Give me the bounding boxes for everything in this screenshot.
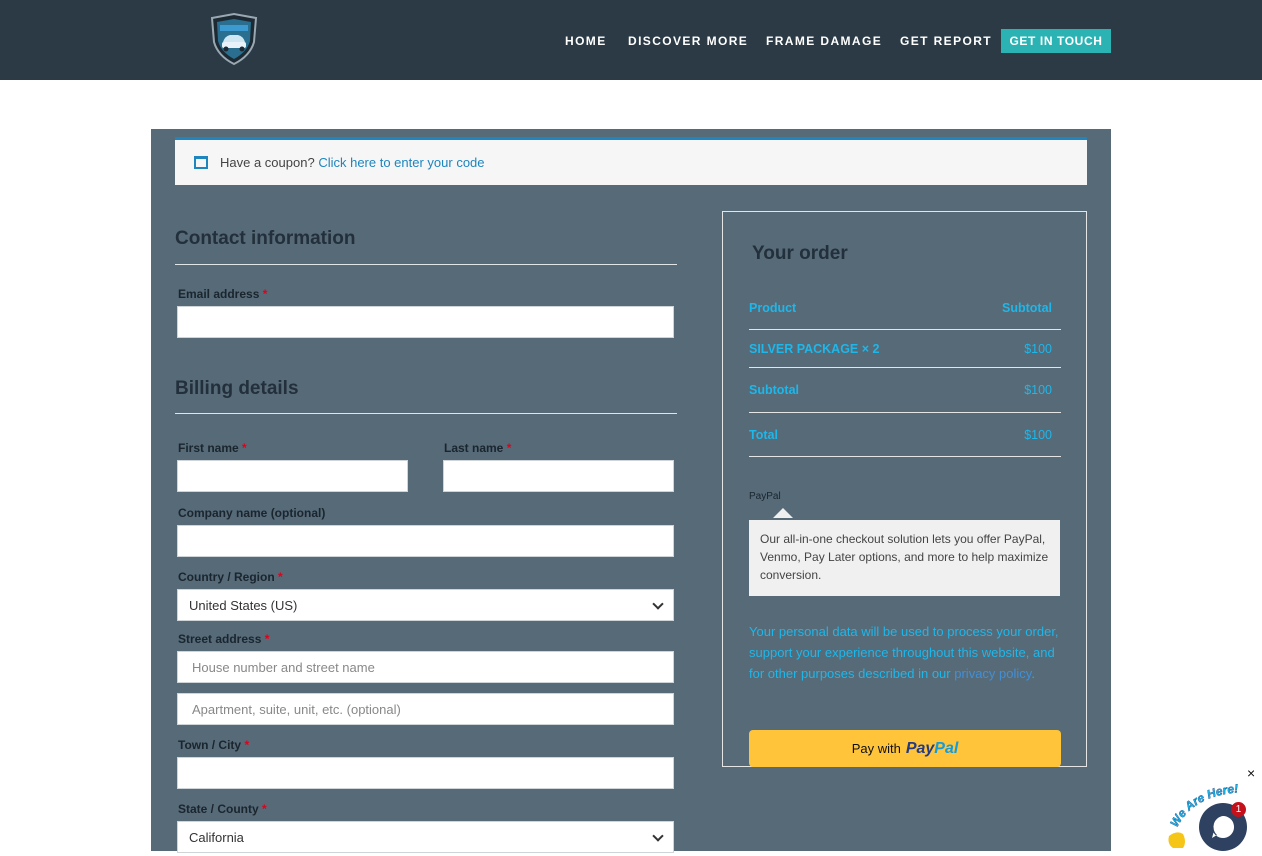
item-name: SILVER PACKAGE × 2 — [749, 342, 880, 356]
country-select[interactable]: United States (US) — [177, 589, 674, 621]
state-label: State / County * — [178, 802, 267, 816]
paypal-logo: PayPal — [906, 740, 958, 758]
country-label: Country / Region * — [178, 570, 283, 584]
state-select[interactable]: California — [177, 821, 674, 853]
required-mark: * — [506, 441, 512, 455]
street-label-text: Street address — [178, 632, 262, 646]
coupon-link[interactable]: Click here to enter your code — [318, 155, 484, 170]
city-label-text: Town / City — [178, 738, 242, 752]
state-value: California — [189, 829, 244, 845]
company-label: Company name (optional) — [178, 506, 326, 520]
nav-get-report[interactable]: GET REPORT — [900, 34, 992, 48]
email-label: Email address * — [178, 287, 267, 301]
order-header-row: Product Subtotal — [749, 301, 1061, 315]
paypal-logo-pal: Pal — [934, 739, 959, 757]
order-divider — [749, 367, 1061, 368]
calendar-icon — [194, 156, 208, 169]
subtotal-value: $100 — [1024, 383, 1052, 397]
order-title: Your order — [752, 243, 848, 264]
city-field[interactable] — [177, 757, 674, 789]
company-field[interactable] — [177, 525, 674, 557]
city-label: Town / City * — [178, 738, 249, 752]
state-label-text: State / County — [178, 802, 259, 816]
required-mark: * — [244, 738, 250, 752]
site-logo[interactable] — [206, 12, 262, 66]
first-name-label: First name * — [178, 441, 247, 455]
street-field[interactable]: House number and street name — [177, 651, 674, 683]
nav-frame-damage[interactable]: FRAME DAMAGE — [766, 34, 882, 48]
email-field[interactable] — [177, 306, 674, 338]
item-price: $100 — [1024, 342, 1052, 356]
total-label: Total — [749, 428, 778, 442]
checkout-panel: Have a coupon? Click here to enter your … — [151, 129, 1111, 853]
required-mark: * — [262, 802, 267, 816]
chevron-down-icon — [652, 598, 664, 610]
required-mark: * — [242, 441, 247, 455]
first-name-field[interactable] — [177, 460, 408, 492]
item-name-text: SILVER PACKAGE — [749, 342, 859, 356]
subtotal-label: Subtotal — [749, 383, 799, 397]
subtotal-row: Subtotal $100 — [749, 383, 1061, 397]
first-name-label-text: First name — [178, 441, 239, 455]
coupon-text: Have a coupon? Click here to enter your … — [220, 155, 485, 170]
order-item-row: SILVER PACKAGE × 2 $100 — [749, 342, 1061, 356]
get-in-touch-button[interactable]: GET IN TOUCH — [1001, 29, 1111, 53]
order-divider — [749, 329, 1061, 330]
coupon-notice: Have a coupon? Click here to enter your … — [175, 137, 1087, 185]
required-mark: * — [278, 570, 283, 584]
product-header: Product — [749, 301, 797, 315]
privacy-end: . — [1031, 666, 1035, 681]
chat-widget[interactable]: We Are Here! — [1165, 778, 1262, 851]
subtotal-header: Subtotal — [1002, 301, 1052, 315]
nav-discover-more[interactable]: DISCOVER MORE — [628, 34, 748, 48]
paypal-desc-arrow — [773, 508, 793, 518]
pay-with-text: Pay with — [851, 741, 901, 756]
total-value: $100 — [1024, 428, 1052, 442]
country-value: United States (US) — [189, 597, 298, 613]
order-divider — [749, 412, 1061, 413]
required-mark: * — [262, 287, 268, 301]
street2-field[interactable]: Apartment, suite, unit, etc. (optional) — [177, 693, 674, 725]
site-header: HOME DISCOVER MORE FRAME DAMAGE GET REPO… — [0, 0, 1262, 80]
billing-divider — [175, 413, 677, 414]
last-name-label: Last name * — [444, 441, 511, 455]
paypal-description: Our all-in-one checkout solution lets yo… — [749, 520, 1060, 596]
email-label-text: Email address — [178, 287, 260, 301]
last-name-label-text: Last name — [444, 441, 504, 455]
item-qty: × 2 — [861, 342, 880, 356]
total-row: Total $100 — [749, 428, 1061, 442]
nav-home[interactable]: HOME — [565, 34, 607, 48]
billing-title: Billing details — [175, 378, 299, 399]
order-divider — [749, 456, 1061, 457]
contact-divider — [175, 264, 677, 265]
coupon-prefix: Have a coupon? — [220, 155, 315, 170]
contact-title: Contact information — [175, 228, 356, 249]
order-summary: Your order Product Subtotal SILVER PACKA… — [722, 211, 1087, 767]
required-mark: * — [264, 632, 270, 646]
paypal-logo-pay: Pay — [905, 739, 935, 757]
paypal-pay-button[interactable]: Pay with PayPal — [749, 730, 1061, 767]
privacy-notice: Your personal data will be used to proce… — [749, 621, 1061, 684]
street-label: Street address * — [178, 632, 269, 646]
country-label-text: Country / Region — [178, 570, 275, 584]
last-name-field[interactable] — [443, 460, 674, 492]
chat-badge: 1 — [1231, 802, 1246, 817]
paypal-method-label[interactable]: PayPal — [749, 491, 781, 502]
privacy-policy-link[interactable]: privacy policy — [954, 666, 1031, 681]
chevron-down-icon — [652, 830, 664, 842]
